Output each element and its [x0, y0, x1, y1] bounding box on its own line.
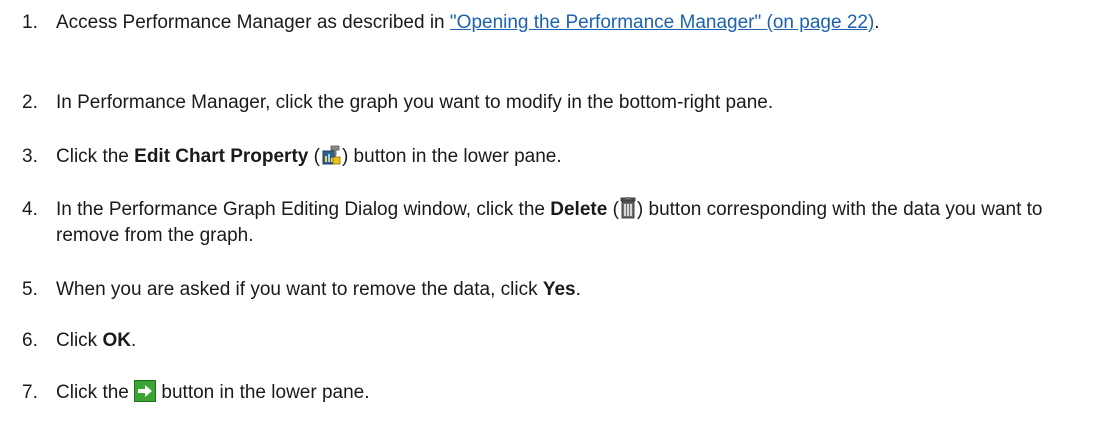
step-text-part: Access Performance Manager as described …	[56, 12, 450, 33]
step-text-part: (	[308, 146, 320, 167]
yes-label: Yes	[542, 279, 576, 300]
step-text: In Performance Manager, click the graph …	[56, 92, 774, 113]
step-text-part: Click the	[56, 146, 135, 167]
step-number: 6.	[22, 330, 38, 351]
delete-label: Delete	[550, 199, 608, 220]
step-text-part: Click the	[56, 382, 135, 403]
step-text: Click the button in the lower pane.	[56, 380, 1096, 406]
step-text-part: .	[130, 330, 137, 351]
step-text-part: In the Performance Graph Editing Dialog …	[56, 199, 551, 220]
step-number: 4.	[22, 199, 38, 220]
step-text-part: .	[874, 12, 880, 33]
step-number: 3.	[22, 146, 38, 167]
step-text: In the Performance Graph Editing Dialog …	[56, 197, 1096, 249]
step-number: 2.	[22, 92, 38, 113]
step-text: Click the Edit Chart Property ( ) button…	[56, 144, 1096, 170]
step-text-part: ) button in the lower pane.	[341, 146, 562, 167]
opening-performance-manager-link[interactable]: "Opening the Performance Manager" (on pa…	[450, 12, 874, 33]
step-text-part: (	[607, 199, 619, 220]
step-text-part: Click	[56, 330, 103, 351]
edit-chart-property-icon	[320, 144, 342, 166]
step-number: 5.	[22, 279, 38, 300]
trash-icon	[619, 197, 637, 219]
edit-chart-property-label: Edit Chart Property	[134, 146, 309, 167]
step-text-part: .	[575, 279, 581, 300]
step-text-part: button in the lower pane.	[156, 382, 370, 403]
step-text: When you are asked if you want to remove…	[56, 277, 1096, 303]
step-number: 7.	[22, 382, 38, 403]
step-number: 1.	[22, 12, 38, 33]
step-text: Access Performance Manager as described …	[56, 10, 1106, 36]
step-text: Click OK.	[56, 328, 1096, 354]
step-text-part: When you are asked if you want to remove…	[56, 279, 543, 300]
green-arrow-icon	[134, 380, 157, 402]
ok-label: OK	[102, 330, 131, 351]
